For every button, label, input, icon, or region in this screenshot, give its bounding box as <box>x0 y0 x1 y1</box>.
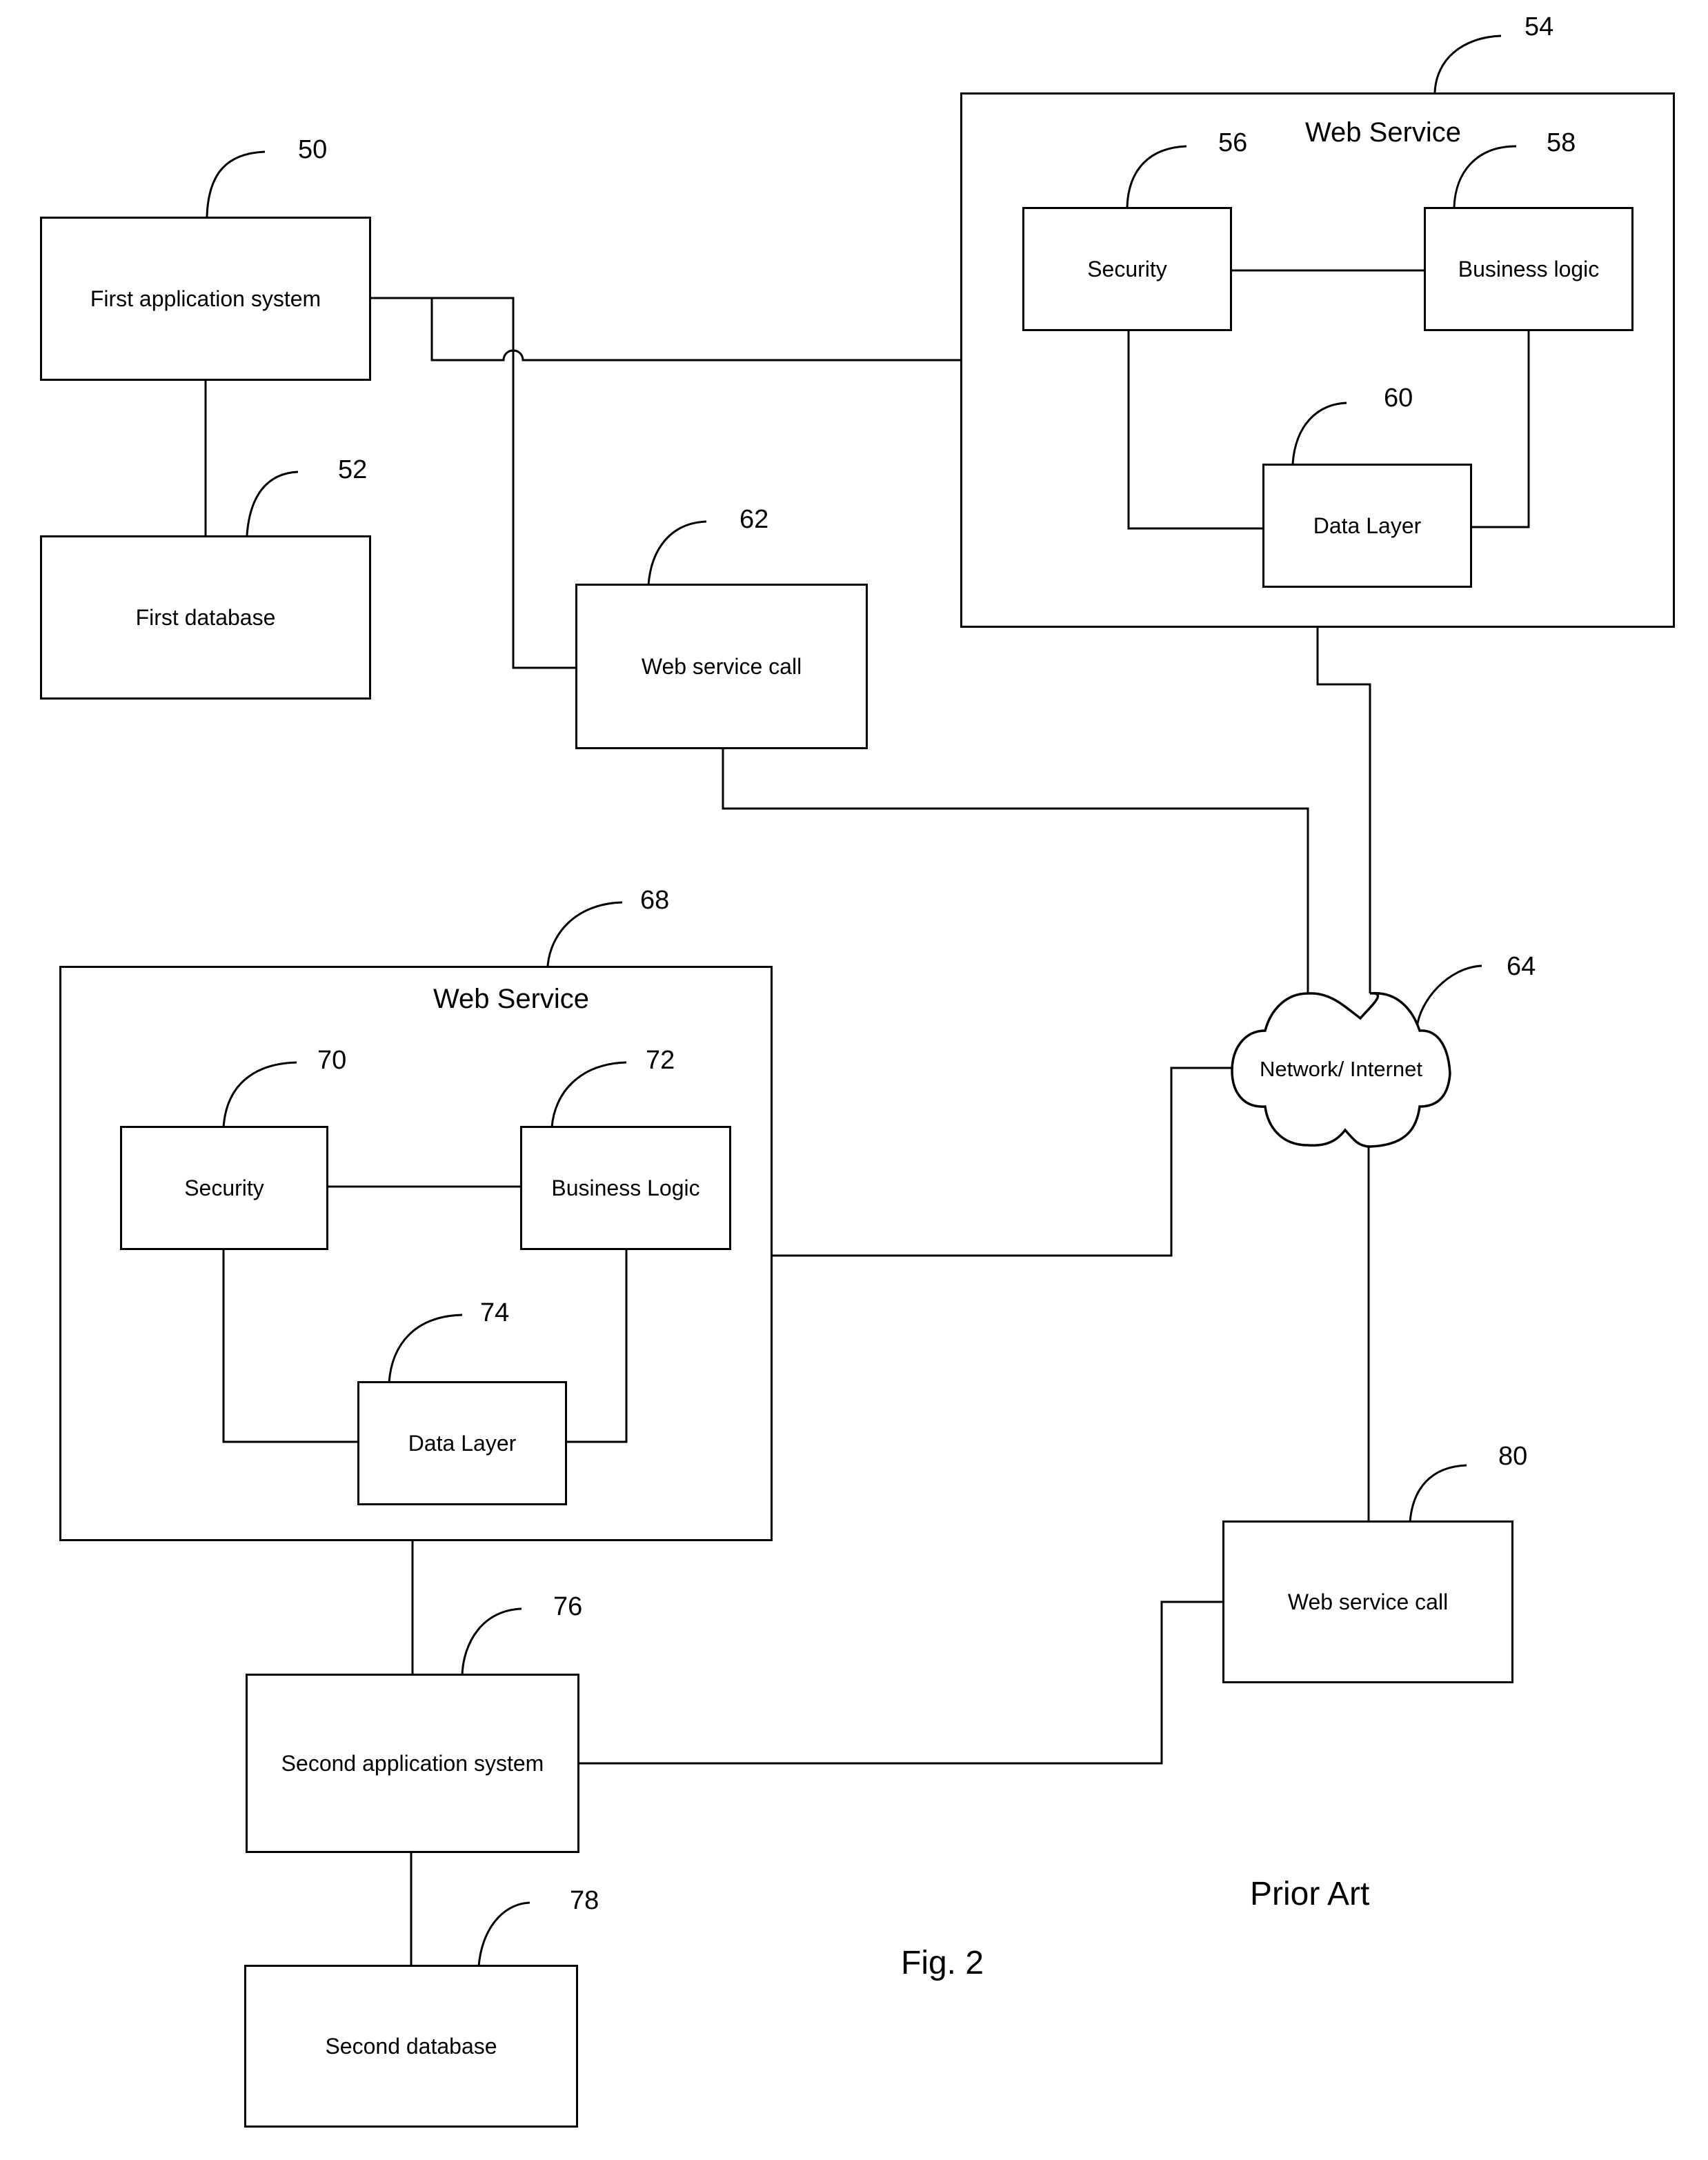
second-database-label: Second database <box>325 2033 497 2059</box>
ws68-security-box[interactable]: Security <box>120 1126 328 1250</box>
ref-62: 62 <box>739 505 769 534</box>
second-application-system-label: Second application system <box>281 1750 544 1776</box>
ref-50: 50 <box>298 135 328 164</box>
ref-58: 58 <box>1547 128 1576 157</box>
ws54-data-layer-box[interactable]: Data Layer <box>1262 464 1472 588</box>
ref-76: 76 <box>553 1592 583 1621</box>
prior-art-note: Prior Art <box>1250 1876 1370 1912</box>
ref-68: 68 <box>640 886 670 915</box>
web-service-call-80-box[interactable]: Web service call <box>1222 1520 1513 1683</box>
connector-app1-wscall1 <box>432 297 577 669</box>
ref-70: 70 <box>317 1046 347 1075</box>
ws68-business-logic-label: Business Logic <box>551 1175 700 1200</box>
first-application-system-box[interactable]: First application system <box>40 217 371 381</box>
figure-caption: Fig. 2 <box>901 1945 984 1981</box>
ws68-security-label: Security <box>184 1175 264 1200</box>
ws68-data-layer-box[interactable]: Data Layer <box>357 1381 567 1505</box>
ref-74: 74 <box>480 1298 510 1327</box>
web-service-call-62-label: Web service call <box>641 653 802 679</box>
leader-54 <box>1433 34 1502 93</box>
second-application-system-box[interactable]: Second application system <box>246 1674 579 1853</box>
connector-app1-ws1 <box>370 297 962 361</box>
ref-56: 56 <box>1218 128 1248 157</box>
ref-52: 52 <box>338 455 368 484</box>
ref-64: 64 <box>1507 952 1536 981</box>
first-database-label: First database <box>135 604 276 630</box>
ws54-business-logic-box[interactable]: Business logic <box>1424 207 1633 331</box>
ws54-data-layer-label: Data Layer <box>1313 513 1422 538</box>
web-service-call-62-box[interactable]: Web service call <box>575 584 868 749</box>
ws54-business-logic-label: Business logic <box>1458 256 1600 281</box>
leader-78 <box>477 1901 530 1967</box>
leader-64 <box>1416 964 1482 1029</box>
connector-ws1-network <box>1316 626 1371 993</box>
web-service-68-title: Web Service <box>433 984 590 1014</box>
ref-72: 72 <box>646 1046 675 1075</box>
ref-60: 60 <box>1384 384 1413 413</box>
ws54-security-box[interactable]: Security <box>1022 207 1232 331</box>
ref-54: 54 <box>1525 12 1554 41</box>
web-service-54-title: Web Service <box>1305 117 1462 148</box>
leader-52 <box>246 470 299 536</box>
second-database-box[interactable]: Second database <box>244 1965 578 2128</box>
ref-80: 80 <box>1498 1442 1528 1471</box>
first-database-box[interactable]: First database <box>40 535 371 700</box>
connector-ws2-network <box>771 1067 1232 1257</box>
leader-62 <box>647 520 707 586</box>
leader-76 <box>461 1607 522 1676</box>
ws68-data-layer-label: Data Layer <box>408 1430 517 1456</box>
leader-68 <box>546 901 623 967</box>
ws68-business-logic-box[interactable]: Business Logic <box>520 1126 731 1250</box>
network-internet-label: Network/ Internet <box>1259 1057 1423 1081</box>
first-application-system-label: First application system <box>90 286 321 311</box>
leader-80 <box>1409 1464 1467 1523</box>
connector-wscall1-network <box>722 748 1309 993</box>
leader-50 <box>206 150 266 217</box>
web-service-call-80-label: Web service call <box>1287 1589 1449 1614</box>
ref-78: 78 <box>570 1886 599 1915</box>
ws54-security-label: Security <box>1087 256 1167 281</box>
connector-app2-wscall2 <box>578 1601 1224 1765</box>
